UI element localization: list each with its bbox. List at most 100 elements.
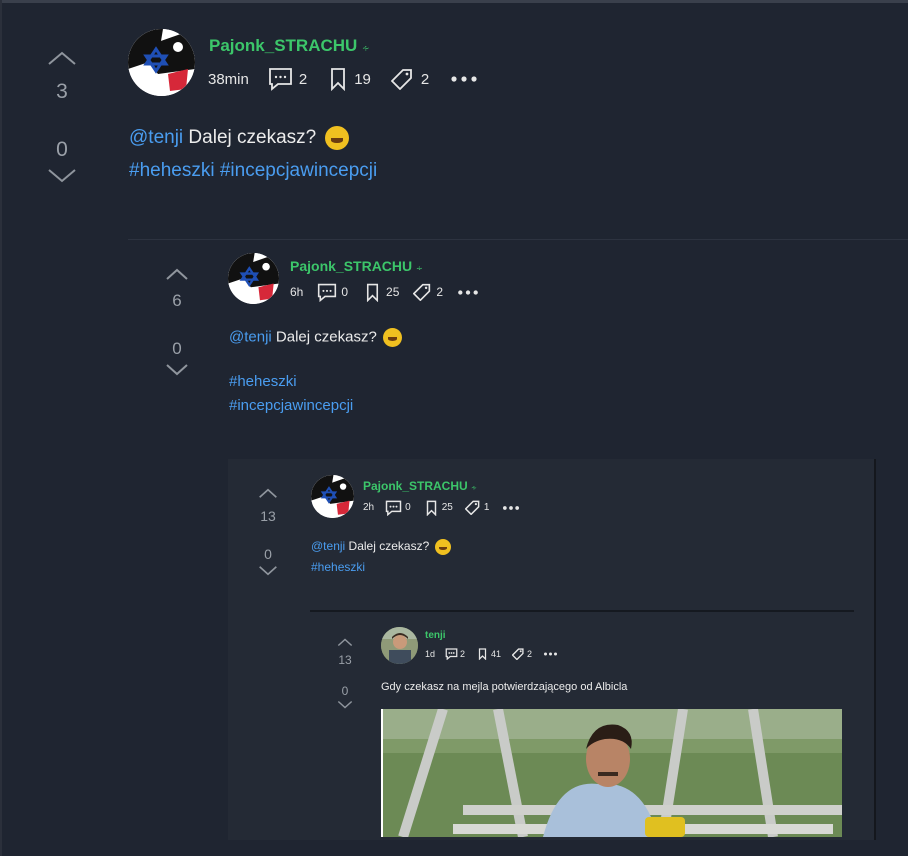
mention-link[interactable]: @tenji <box>129 127 183 148</box>
comment-icon <box>268 68 292 91</box>
comments-button[interactable]: 0 <box>385 500 411 516</box>
avatar[interactable] <box>381 627 418 664</box>
laughing-emoji-icon <box>324 126 349 150</box>
bookmarks-count: 25 <box>386 285 400 299</box>
author-name[interactable]: Pajonk_STRACHU ∻ <box>209 36 370 56</box>
author-name-text: tenji <box>425 630 446 641</box>
comments-count: 2 <box>298 70 308 88</box>
tags-button[interactable]: 2 <box>512 648 532 660</box>
divider <box>128 239 908 240</box>
bookmark-icon <box>367 283 379 302</box>
comment-icon <box>318 283 337 302</box>
upvote-count: 6 <box>172 291 182 310</box>
bookmark-icon <box>426 500 436 516</box>
upvote-chevron-icon[interactable] <box>165 268 189 281</box>
avatar[interactable] <box>228 253 279 304</box>
tag-icon <box>512 648 524 660</box>
more-options-icon[interactable] <box>503 505 520 510</box>
hashtag-link[interactable]: #heheszki <box>129 160 215 181</box>
hashtag-link[interactable]: #heheszki <box>229 373 297 390</box>
avatar-image <box>381 627 418 664</box>
bookmark-icon <box>478 648 487 660</box>
comments-button[interactable]: 2 <box>268 67 307 91</box>
comments-button[interactable]: 0 <box>317 283 348 302</box>
post-text: Dalej czekasz? <box>345 539 430 554</box>
vote-box: 6 0 <box>162 268 192 376</box>
rss-icon: ∻ <box>471 485 477 492</box>
upvote-chevron-icon[interactable] <box>47 50 77 66</box>
post-body: @tenji Dalej czekasz? <box>229 328 402 347</box>
more-options-icon[interactable] <box>544 652 558 656</box>
upvote-chevron-icon[interactable] <box>258 488 278 499</box>
hashtag-link[interactable]: #incepcjawincepcji <box>229 397 353 414</box>
tags-count: 2 <box>436 285 444 299</box>
downvote-chevron-icon[interactable] <box>337 700 353 709</box>
tags-count: 2 <box>420 70 430 88</box>
author-name-text: Pajonk_STRACHU <box>290 258 413 274</box>
post-meta: 2h 0 25 1 <box>363 499 520 516</box>
downvote-count: 0 <box>56 138 68 161</box>
post-text: Dalej czekasz? <box>271 328 377 346</box>
bookmark-button[interactable]: 19 <box>330 67 371 91</box>
post-body: @tenji Dalej czekasz? <box>311 539 451 555</box>
vote-box: 3 0 <box>44 50 80 184</box>
tags-button[interactable]: 2 <box>413 283 443 301</box>
upvote-chevron-icon[interactable] <box>337 638 353 647</box>
bookmark-button[interactable]: 25 <box>366 283 399 302</box>
tags-button[interactable]: 2 <box>390 68 430 90</box>
comments-count: 0 <box>341 285 349 299</box>
mention-link[interactable]: @tenji <box>311 539 345 553</box>
divider <box>310 610 854 612</box>
author-name[interactable]: Pajonk_STRACHU ∻ <box>290 258 423 274</box>
post-text: Gdy czekasz na mejla potwierdzającego od… <box>381 681 628 693</box>
tags-button[interactable]: 1 <box>464 500 489 515</box>
bookmark-icon <box>331 68 346 91</box>
post-time[interactable]: 1d <box>425 649 435 659</box>
more-options-icon[interactable] <box>458 289 478 295</box>
downvote-chevron-icon[interactable] <box>47 168 77 184</box>
bookmark-button[interactable]: 25 <box>426 500 453 516</box>
author-name-text: Pajonk_STRACHU <box>363 479 468 493</box>
author-name[interactable]: tenji <box>425 630 446 641</box>
meme-photo[interactable] <box>381 709 842 837</box>
comments-count: 0 <box>405 502 411 513</box>
downvote-count: 0 <box>264 546 272 562</box>
post-time[interactable]: 38min <box>208 71 249 88</box>
tag-icon <box>464 500 480 515</box>
laughing-emoji-icon <box>434 539 451 555</box>
mention-link[interactable]: @tenji <box>229 328 272 345</box>
avatar[interactable] <box>311 475 354 518</box>
upvote-count: 13 <box>260 508 276 524</box>
avatar[interactable] <box>128 29 195 96</box>
rss-icon: ∻ <box>362 43 370 53</box>
comment-icon <box>445 648 458 660</box>
tags-count: 2 <box>527 649 533 659</box>
upvote-count: 13 <box>338 653 352 667</box>
post-meta: 1d 2 41 2 <box>425 647 558 661</box>
bookmark-button[interactable]: 41 <box>478 648 501 660</box>
hashtag-link[interactable]: #heheszki <box>311 560 365 574</box>
bookmarks-count: 41 <box>491 649 502 659</box>
author-name[interactable]: Pajonk_STRACHU ∻ <box>363 479 477 493</box>
post-time[interactable]: 2h <box>363 502 374 513</box>
more-options-icon[interactable] <box>451 76 477 82</box>
downvote-chevron-icon[interactable] <box>165 363 189 376</box>
left-border <box>0 0 2 856</box>
hashtags: #heheszki #incepcjawincepcji <box>129 160 377 182</box>
post-meta: 6h 0 25 2 <box>290 282 478 302</box>
rss-icon: ∻ <box>416 264 423 273</box>
post-time[interactable]: 6h <box>290 285 303 299</box>
downvote-chevron-icon[interactable] <box>258 565 278 576</box>
avatar-image <box>128 29 195 96</box>
hashtag-link[interactable]: #incepcjawincepcji <box>220 160 377 181</box>
laughing-emoji-icon <box>382 328 402 347</box>
avatar-image <box>311 475 354 518</box>
bookmarks-count: 19 <box>354 70 371 88</box>
tag-icon <box>413 283 431 301</box>
downvote-count: 0 <box>341 684 349 698</box>
downvote-count: 0 <box>172 339 182 358</box>
comment-icon <box>385 500 402 516</box>
comments-button[interactable]: 2 <box>445 648 465 660</box>
avatar-image <box>228 253 279 304</box>
bookmarks-count: 25 <box>441 502 453 513</box>
